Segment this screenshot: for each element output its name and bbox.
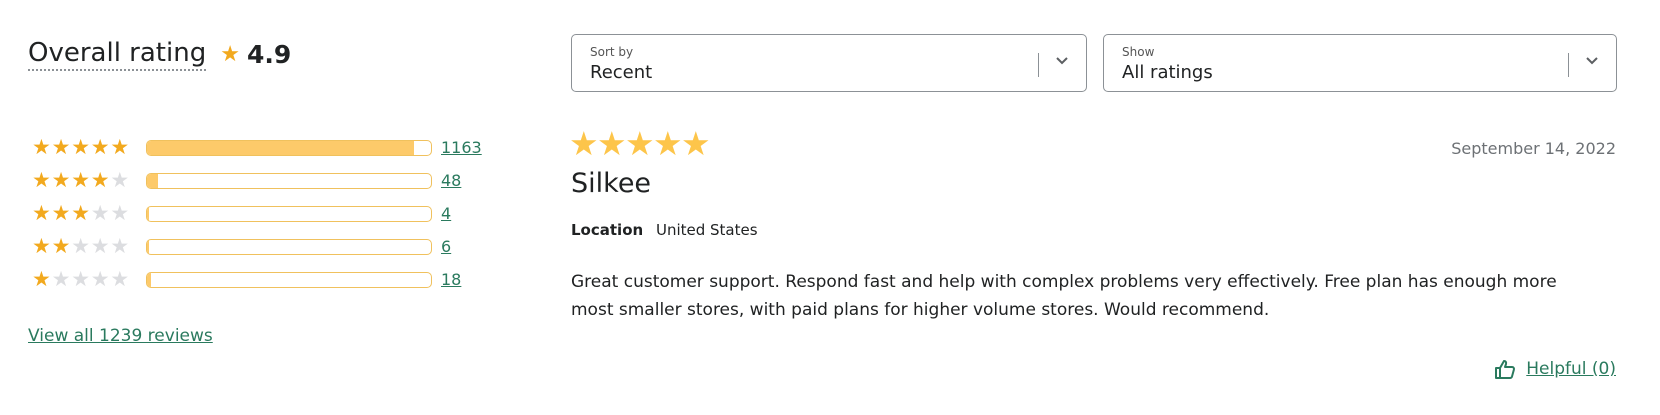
star-icon: ★ bbox=[569, 124, 599, 163]
star-icon: ★ bbox=[220, 41, 240, 67]
rating-bar bbox=[146, 172, 432, 189]
star-icon: ★ bbox=[51, 234, 71, 258]
star-icon: ★ bbox=[597, 124, 627, 163]
star-icon: ★ bbox=[110, 201, 130, 225]
star-icon: ★ bbox=[625, 124, 655, 163]
star-icon: ★ bbox=[71, 168, 91, 192]
chevron-down-icon bbox=[1056, 57, 1068, 65]
star-icon: ★ bbox=[71, 201, 91, 225]
select-divider bbox=[1568, 53, 1569, 77]
star-icon: ★ bbox=[71, 234, 91, 258]
star-icon: ★ bbox=[90, 201, 110, 225]
star-icon: ★ bbox=[32, 168, 51, 192]
star-icon: ★ bbox=[681, 124, 711, 163]
rating-distribution: ★ ★ ★ ★ ★ 1163 ★ ★ ★ ★ ★ 48 ★ ★ ★ ★ ★ 4 ★ ★ ★ ★ ★ 6 ★ ★ ★ ★… bbox=[32, 131, 482, 296]
star-icon: ★ bbox=[90, 168, 110, 192]
helpful-button[interactable]: Helpful (0) bbox=[1494, 358, 1616, 380]
rating-bar-fill bbox=[147, 272, 152, 287]
star-icon: ★ bbox=[32, 201, 51, 225]
rating-bar bbox=[146, 205, 432, 222]
star-icon: ★ bbox=[32, 234, 51, 258]
rating-row-1: ★ ★ ★ ★ ★ 18 bbox=[32, 263, 482, 296]
location-value: United States bbox=[655, 221, 758, 239]
rating-bar-fill bbox=[147, 206, 149, 221]
rating-row-2: ★ ★ ★ ★ ★ 6 bbox=[32, 230, 482, 263]
rating-row-5: ★ ★ ★ ★ ★ 1163 bbox=[32, 131, 482, 164]
review-stars: ★ ★ ★ ★ ★ bbox=[569, 124, 711, 163]
rating-count-link[interactable]: 18 bbox=[441, 270, 461, 289]
reviewer-location: Location United States bbox=[571, 221, 758, 239]
overall-rating-value: 4.9 bbox=[246, 39, 292, 69]
chevron-down-icon bbox=[1586, 57, 1598, 65]
star-icon: ★ bbox=[110, 135, 130, 159]
sort-by-select[interactable]: Sort by Recent bbox=[571, 34, 1087, 92]
star-icon: ★ bbox=[90, 135, 110, 159]
rating-bar bbox=[146, 271, 432, 288]
star-icon: ★ bbox=[71, 267, 91, 291]
star-icon: ★ bbox=[110, 267, 130, 291]
sort-by-value: Recent bbox=[590, 62, 653, 83]
star-icon: ★ bbox=[51, 135, 71, 159]
star-icon: ★ bbox=[71, 135, 91, 159]
rating-count-link[interactable]: 6 bbox=[441, 237, 451, 256]
star-icon: ★ bbox=[653, 124, 683, 163]
star-icon: ★ bbox=[51, 267, 71, 291]
rating-row-3: ★ ★ ★ ★ ★ 4 bbox=[32, 197, 482, 230]
rating-row-stars: ★ ★ ★ ★ ★ bbox=[32, 203, 136, 224]
location-label: Location bbox=[571, 221, 644, 239]
rating-bar bbox=[146, 139, 432, 156]
star-icon: ★ bbox=[32, 267, 51, 291]
show-label: Show bbox=[1122, 45, 1155, 59]
overall-rating-label[interactable]: Overall rating bbox=[28, 38, 207, 71]
rating-row-stars: ★ ★ ★ ★ ★ bbox=[32, 236, 136, 257]
rating-row-4: ★ ★ ★ ★ ★ 48 bbox=[32, 164, 482, 197]
select-divider bbox=[1038, 53, 1039, 77]
star-icon: ★ bbox=[90, 267, 110, 291]
view-all-reviews-link[interactable]: View all 1239 reviews bbox=[28, 326, 213, 346]
rating-bar-fill bbox=[147, 239, 149, 254]
review-date: September 14, 2022 bbox=[1451, 139, 1616, 158]
thumbs-up-icon bbox=[1495, 360, 1516, 379]
reviewer-name: Silkee bbox=[571, 168, 652, 199]
rating-count-link[interactable]: 1163 bbox=[441, 138, 482, 157]
rating-row-stars: ★ ★ ★ ★ ★ bbox=[32, 269, 136, 290]
show-value: All ratings bbox=[1122, 62, 1213, 83]
rating-bar bbox=[146, 238, 432, 255]
star-icon: ★ bbox=[110, 168, 130, 192]
star-icon: ★ bbox=[51, 168, 71, 192]
rating-row-stars: ★ ★ ★ ★ ★ bbox=[32, 170, 136, 191]
overall-rating: Overall rating ★ 4.9 bbox=[28, 38, 291, 71]
star-icon: ★ bbox=[51, 201, 71, 225]
sort-by-label: Sort by bbox=[590, 45, 634, 59]
rating-count-link[interactable]: 48 bbox=[441, 171, 461, 190]
show-ratings-select[interactable]: Show All ratings bbox=[1103, 34, 1617, 92]
star-icon: ★ bbox=[90, 234, 110, 258]
review-body: Great customer support. Respond fast and… bbox=[571, 272, 1557, 320]
star-icon: ★ bbox=[110, 234, 130, 258]
rating-row-stars: ★ ★ ★ ★ ★ bbox=[32, 137, 136, 158]
star-icon: ★ bbox=[32, 135, 51, 159]
rating-count-link[interactable]: 4 bbox=[441, 204, 451, 223]
rating-bar-fill bbox=[147, 173, 159, 188]
helpful-link[interactable]: Helpful (0) bbox=[1526, 359, 1616, 379]
rating-bar-fill bbox=[147, 140, 414, 155]
